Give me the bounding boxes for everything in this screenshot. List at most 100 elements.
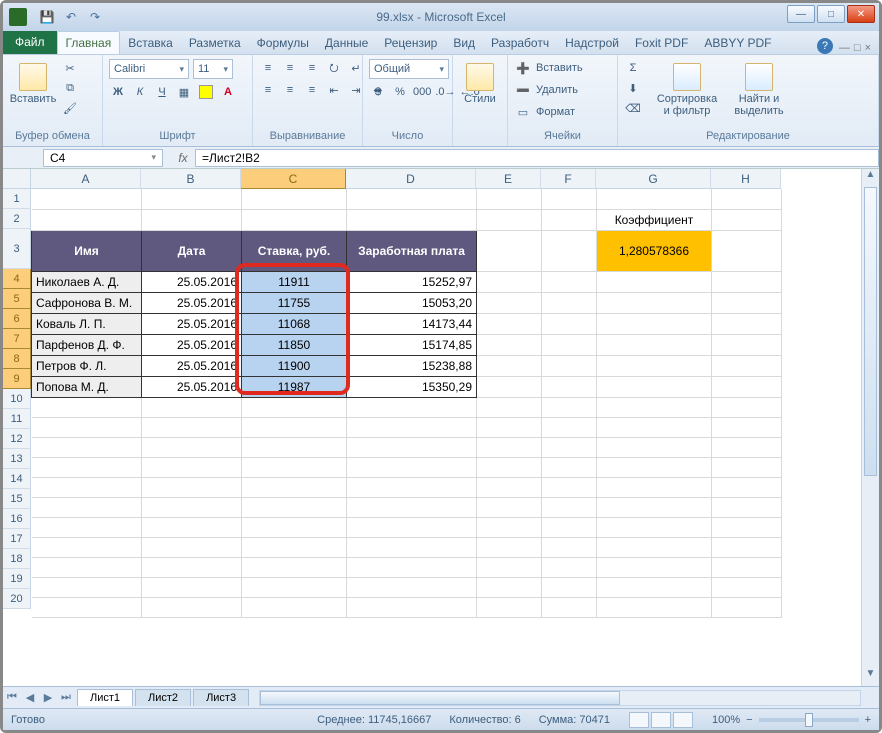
cell-D14[interactable] xyxy=(347,477,477,497)
cell-H9[interactable] xyxy=(712,376,782,397)
cell-E11[interactable] xyxy=(477,417,542,437)
cell-H1[interactable] xyxy=(712,189,782,209)
row-header-14[interactable]: 14 xyxy=(3,469,31,489)
cell-D10[interactable] xyxy=(347,397,477,417)
cell-A17[interactable] xyxy=(32,537,142,557)
cell-H17[interactable] xyxy=(712,537,782,557)
column-header-G[interactable]: G xyxy=(596,169,711,189)
column-header-D[interactable]: D xyxy=(346,169,476,189)
view-normal-button[interactable] xyxy=(629,712,649,728)
sheet-tab-Лист3[interactable]: Лист3 xyxy=(193,689,249,706)
column-header-C[interactable]: C xyxy=(241,169,346,189)
cell-E18[interactable] xyxy=(477,557,542,577)
row-header-20[interactable]: 20 xyxy=(3,589,31,609)
cell-H18[interactable] xyxy=(712,557,782,577)
cell-A16[interactable] xyxy=(32,517,142,537)
row-header-3[interactable]: 3 xyxy=(3,229,31,269)
cell-C12[interactable] xyxy=(242,437,347,457)
cell-F15[interactable] xyxy=(542,497,597,517)
cell-B9[interactable]: 25.05.2016 xyxy=(142,376,242,397)
align-bottom-button[interactable]: ≡ xyxy=(303,59,321,77)
cell-D9[interactable]: 15350,29 xyxy=(347,376,477,397)
cell-D4[interactable]: 15252,97 xyxy=(347,271,477,292)
cell-E4[interactable] xyxy=(477,271,542,292)
cell-G7[interactable] xyxy=(597,334,712,355)
row-header-19[interactable]: 19 xyxy=(3,569,31,589)
cell-G12[interactable] xyxy=(597,437,712,457)
cell-G16[interactable] xyxy=(597,517,712,537)
cell-H4[interactable] xyxy=(712,271,782,292)
cell-E19[interactable] xyxy=(477,577,542,597)
find-select-button[interactable]: Найти и выделить xyxy=(726,59,792,121)
cell-C3[interactable]: Ставка, руб. xyxy=(242,230,347,271)
cell-D11[interactable] xyxy=(347,417,477,437)
column-header-F[interactable]: F xyxy=(541,169,596,189)
copy-icon[interactable]: ⧉ xyxy=(61,79,79,97)
cell-F7[interactable] xyxy=(542,334,597,355)
cell-D19[interactable] xyxy=(347,577,477,597)
cell-E8[interactable] xyxy=(477,355,542,376)
cell-G10[interactable] xyxy=(597,397,712,417)
cell-F18[interactable] xyxy=(542,557,597,577)
currency-button[interactable]: $ xyxy=(369,83,387,101)
row-header-4[interactable]: 4 xyxy=(3,269,31,289)
cell-A3[interactable]: Имя xyxy=(32,230,142,271)
autosum-button[interactable]: Σ xyxy=(624,59,642,77)
fill-button[interactable]: ⬇ xyxy=(624,79,642,97)
cell-F12[interactable] xyxy=(542,437,597,457)
cell-B2[interactable] xyxy=(142,209,242,230)
cell-H20[interactable] xyxy=(712,597,782,617)
cell-E3[interactable] xyxy=(477,230,542,271)
cell-C10[interactable] xyxy=(242,397,347,417)
italic-button[interactable]: К xyxy=(131,83,149,101)
cell-A7[interactable]: Парфенов Д. Ф. xyxy=(32,334,142,355)
horizontal-scrollbar[interactable] xyxy=(259,690,861,706)
help-icon[interactable]: ? xyxy=(817,38,833,54)
orientation-button[interactable]: ⭮ xyxy=(325,59,343,77)
cell-G17[interactable] xyxy=(597,537,712,557)
cell-E1[interactable] xyxy=(477,189,542,209)
cell-D2[interactable] xyxy=(347,209,477,230)
cell-H16[interactable] xyxy=(712,517,782,537)
ribbon-tab-главная[interactable]: Главная xyxy=(57,31,121,54)
doc-close-button[interactable]: × xyxy=(865,42,871,54)
cell-B6[interactable]: 25.05.2016 xyxy=(142,313,242,334)
row-header-6[interactable]: 6 xyxy=(3,309,31,329)
cell-C16[interactable] xyxy=(242,517,347,537)
ribbon-tab-надстрой[interactable]: Надстрой xyxy=(557,32,627,54)
cell-B12[interactable] xyxy=(142,437,242,457)
cell-B11[interactable] xyxy=(142,417,242,437)
cell-E14[interactable] xyxy=(477,477,542,497)
cell-C7[interactable]: 11850 xyxy=(242,334,347,355)
window-close-button[interactable]: ✕ xyxy=(847,5,875,23)
cell-F20[interactable] xyxy=(542,597,597,617)
align-middle-button[interactable]: ≡ xyxy=(281,59,299,77)
cell-C11[interactable] xyxy=(242,417,347,437)
cell-G8[interactable] xyxy=(597,355,712,376)
file-tab[interactable]: Файл xyxy=(3,30,57,54)
ribbon-tab-рецензир[interactable]: Рецензир xyxy=(376,32,445,54)
cell-B3[interactable]: Дата xyxy=(142,230,242,271)
cell-C13[interactable] xyxy=(242,457,347,477)
cell-B14[interactable] xyxy=(142,477,242,497)
comma-button[interactable]: 000 xyxy=(413,83,431,101)
cell-A10[interactable] xyxy=(32,397,142,417)
cell-E2[interactable] xyxy=(477,209,542,230)
select-all-corner[interactable] xyxy=(3,169,31,189)
cell-H13[interactable] xyxy=(712,457,782,477)
cell-E20[interactable] xyxy=(477,597,542,617)
cell-H5[interactable] xyxy=(712,292,782,313)
row-header-15[interactable]: 15 xyxy=(3,489,31,509)
cell-F10[interactable] xyxy=(542,397,597,417)
cell-A8[interactable]: Петров Ф. Л. xyxy=(32,355,142,376)
cell-E6[interactable] xyxy=(477,313,542,334)
cell-B18[interactable] xyxy=(142,557,242,577)
cell-D6[interactable]: 14173,44 xyxy=(347,313,477,334)
cell-C4[interactable]: 11911 xyxy=(242,271,347,292)
sheet-nav-next[interactable]: ▶ xyxy=(39,691,57,704)
cell-A9[interactable]: Попова М. Д. xyxy=(32,376,142,397)
column-header-B[interactable]: B xyxy=(141,169,241,189)
cell-G20[interactable] xyxy=(597,597,712,617)
cell-A15[interactable] xyxy=(32,497,142,517)
row-header-8[interactable]: 8 xyxy=(3,349,31,369)
